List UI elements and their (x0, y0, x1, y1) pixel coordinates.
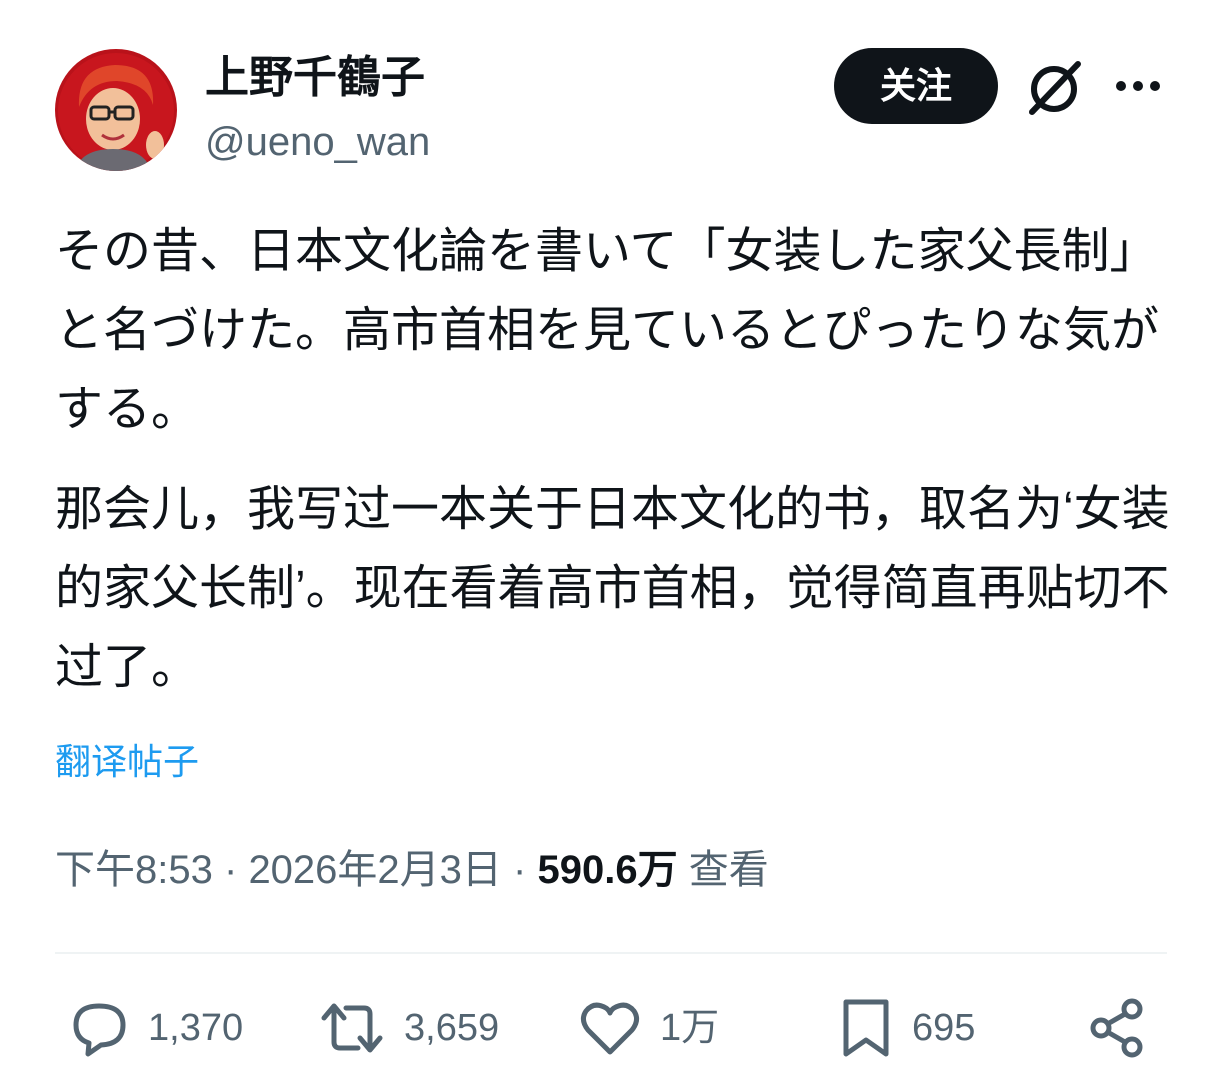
bookmark-icon (843, 999, 889, 1057)
author-handle[interactable]: @ueno_wan (205, 116, 430, 168)
meta-separator: · (513, 848, 527, 892)
bookmark-button[interactable]: 695 (838, 996, 975, 1060)
retweet-button[interactable]: 3,659 (318, 996, 499, 1060)
author-avatar[interactable] (55, 49, 177, 171)
share-icon (1090, 998, 1143, 1058)
tweet-date[interactable]: 2026年2月3日 (248, 848, 501, 892)
more-options-icon[interactable] (1112, 66, 1164, 106)
like-button[interactable]: 1万 (578, 996, 719, 1060)
meta-separator: · (223, 848, 238, 892)
heart-icon (580, 1002, 640, 1055)
tweet-meta: 下午8:53 · 2026年2月3日 · 590.6万 查看 (55, 842, 769, 898)
reply-count: 1,370 (148, 1007, 244, 1049)
reply-button[interactable]: 1,370 (68, 996, 243, 1060)
reply-icon (73, 1003, 126, 1057)
translate-post-link[interactable]: 翻译帖子 (55, 738, 199, 786)
bookmark-count: 695 (912, 1007, 976, 1049)
tweet-detail-page: 上野千鶴子 @ueno_wan 关注 その昔、日本文化論を書いて「女装した家父長… (0, 0, 1219, 1080)
tweet-time[interactable]: 下午8:53 (55, 848, 213, 892)
share-button[interactable] (1086, 996, 1150, 1060)
divider (55, 952, 1167, 954)
retweet-count: 3,659 (404, 1007, 500, 1049)
views-label: 查看 (688, 848, 769, 892)
views-count: 590.6万 (537, 848, 678, 892)
tweet-text-japanese: その昔、日本文化論を書いて「女装した家父長制」と名づけた。高市首相を見ているとぴ… (55, 225, 1160, 436)
author-display-name[interactable]: 上野千鶴子 (205, 50, 425, 106)
retweet-icon (321, 1003, 383, 1053)
grok-icon[interactable] (1024, 58, 1084, 118)
like-count: 1万 (660, 1007, 720, 1049)
avatar-bitmoji-icon (55, 49, 177, 171)
tweet-text-translation: 那会儿，我写过一本关于日本文化的书，取名为‘女装的家父长制’。现在看着高市首相，… (55, 483, 1170, 694)
follow-button[interactable]: 关注 (834, 48, 998, 124)
